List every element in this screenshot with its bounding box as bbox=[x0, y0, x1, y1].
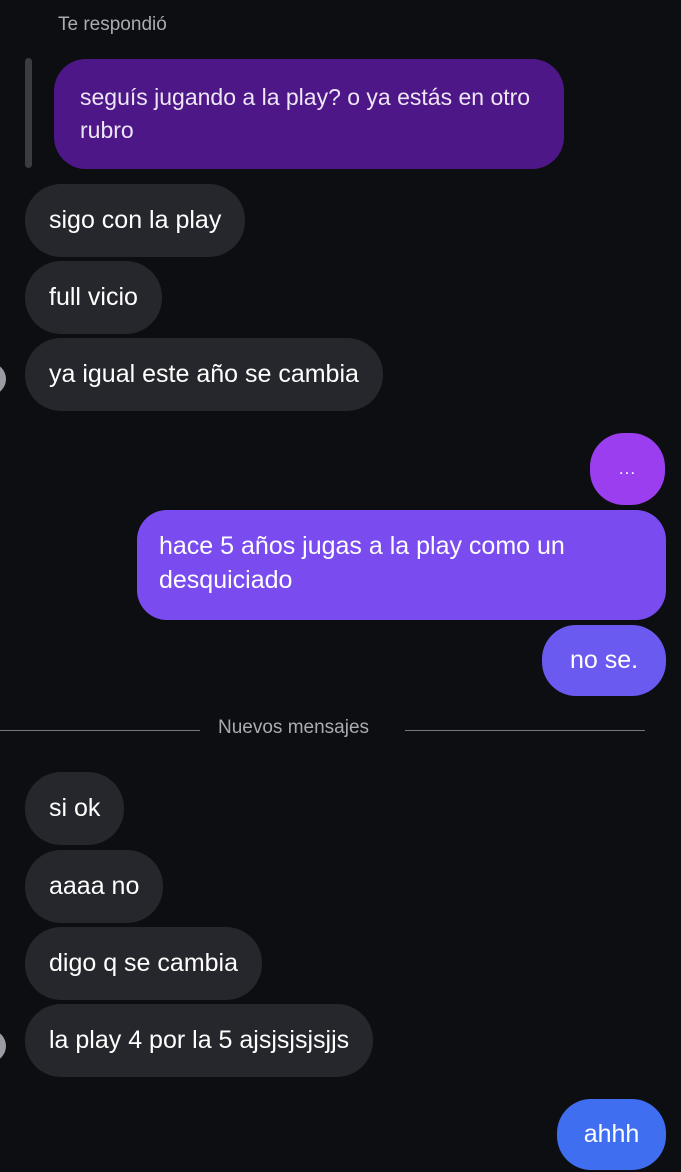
new-messages-divider-right bbox=[405, 730, 645, 731]
new-messages-divider-left bbox=[0, 730, 200, 731]
reply-indicator-bar bbox=[25, 58, 32, 168]
message-bubble-outgoing[interactable]: hace 5 años jugas a la play como un desq… bbox=[137, 510, 666, 620]
quoted-message-bubble[interactable]: seguís jugando a la play? o ya estás en … bbox=[54, 59, 564, 169]
message-bubble-outgoing[interactable]: ahhh bbox=[557, 1099, 666, 1170]
message-bubble-outgoing[interactable]: ... bbox=[590, 433, 665, 505]
avatar-edge[interactable] bbox=[0, 1030, 6, 1062]
avatar-edge[interactable] bbox=[0, 363, 6, 395]
new-messages-label: Nuevos mensajes bbox=[218, 717, 370, 738]
message-bubble-incoming[interactable]: la play 4 por la 5 ajsjsjsjsjjs bbox=[25, 1004, 374, 1077]
message-bubble-outgoing[interactable]: no se. bbox=[542, 625, 666, 696]
reply-label: Te respondió bbox=[58, 14, 167, 35]
message-bubble-incoming[interactable]: full vicio bbox=[25, 261, 162, 334]
message-bubble-incoming[interactable]: digo q se cambia bbox=[25, 927, 263, 1000]
message-bubble-incoming[interactable]: sigo con la play bbox=[25, 184, 246, 257]
message-bubble-incoming[interactable]: ya igual este año se cambia bbox=[25, 338, 383, 411]
message-bubble-incoming[interactable]: si ok bbox=[25, 772, 125, 845]
message-bubble-incoming[interactable]: aaaa no bbox=[25, 850, 164, 923]
